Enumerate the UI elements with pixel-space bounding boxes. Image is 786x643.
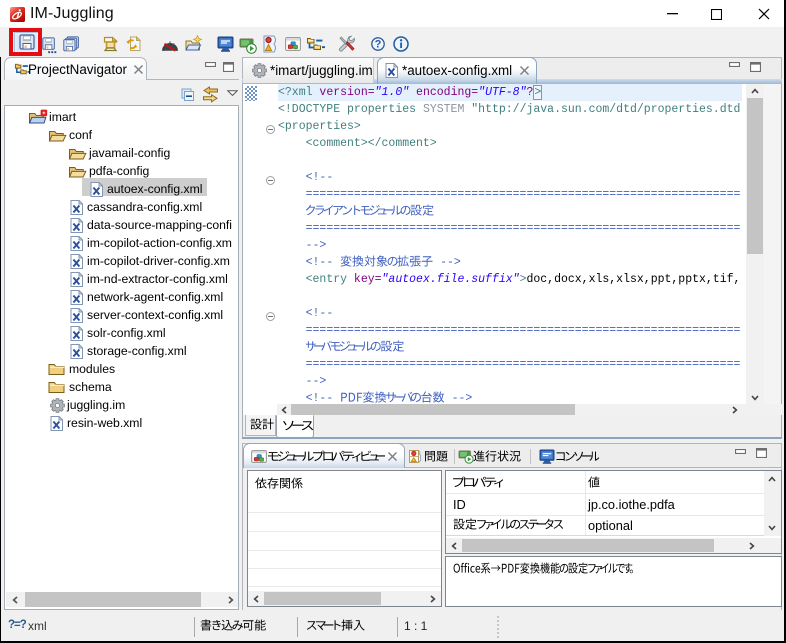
svg-text:?: ? — [375, 39, 382, 51]
